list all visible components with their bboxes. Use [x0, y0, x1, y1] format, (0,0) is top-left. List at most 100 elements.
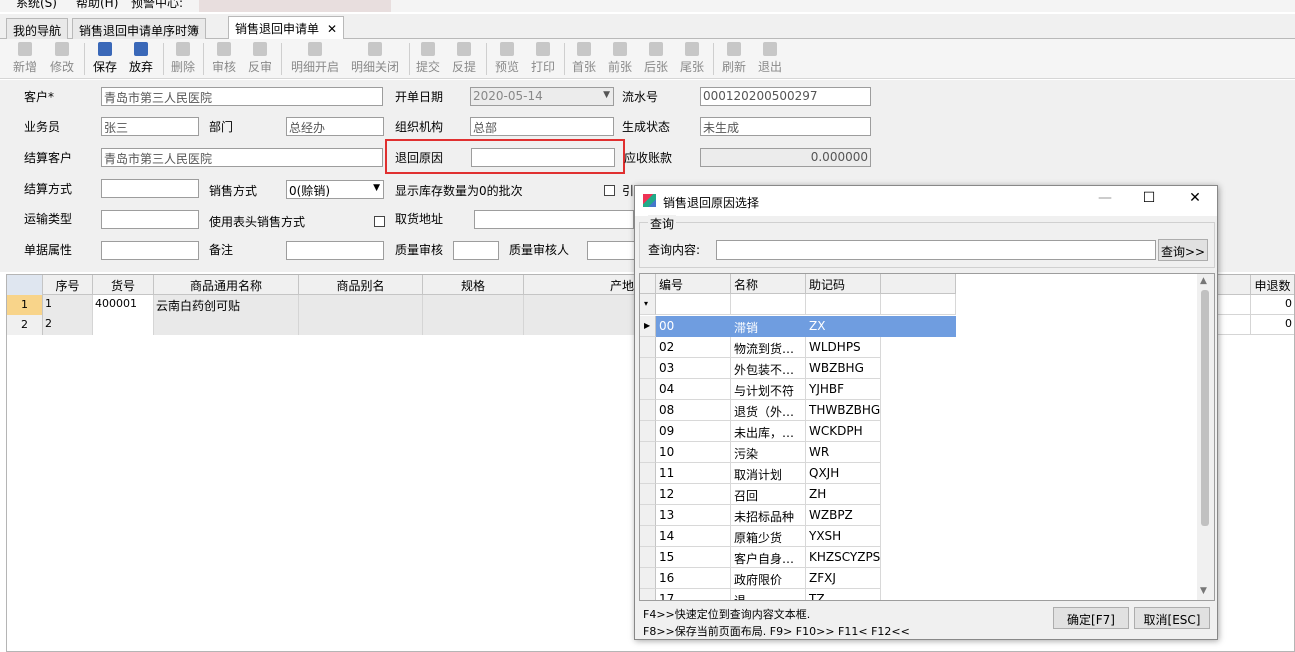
list-item[interactable]: 15 客户自身… KHZSCYZPS: [640, 547, 956, 568]
cancel-button[interactable]: 取消[ESC]: [1134, 607, 1210, 629]
col-spec[interactable]: 规格: [423, 275, 524, 295]
refresh-button[interactable]: 刷新: [717, 41, 751, 77]
list-item[interactable]: 13 未招标品种 WZBPZ: [640, 505, 956, 526]
col-mnemonic[interactable]: 助记码: [806, 274, 881, 294]
cell-empty[interactable]: [881, 400, 956, 421]
cell-id[interactable]: 14: [656, 526, 731, 547]
col-return-qty[interactable]: 申退数: [1250, 275, 1294, 295]
cell-id[interactable]: 16: [656, 568, 731, 589]
cell-name[interactable]: 客户自身…: [731, 547, 806, 568]
menu-help[interactable]: 帮助(H): [76, 0, 118, 11]
grid-corner[interactable]: [640, 274, 656, 294]
tab-return-application[interactable]: 销售退回申请单 ✕: [228, 16, 345, 40]
audit-button[interactable]: 审核: [207, 41, 241, 77]
cell-seq[interactable]: 1: [43, 295, 93, 315]
cell-return-qty[interactable]: 0: [1250, 315, 1294, 335]
filter-id[interactable]: [656, 294, 731, 315]
cell-empty[interactable]: [881, 589, 956, 600]
ok-button[interactable]: 确定[F7]: [1053, 607, 1129, 629]
cell-empty[interactable]: [881, 337, 956, 358]
save-button[interactable]: 保存: [88, 41, 122, 77]
cell-name[interactable]: 云南白药创可贴: [154, 295, 299, 315]
filter-mnemonic[interactable]: [806, 294, 881, 315]
cell-mnemonic[interactable]: KHZSCYZPS: [806, 547, 881, 568]
cell-code[interactable]: [93, 315, 154, 335]
maximize-icon[interactable]: ☐: [1134, 190, 1164, 212]
close-icon[interactable]: ✕: [327, 22, 337, 36]
discard-button[interactable]: 放弃: [124, 41, 158, 77]
cell-name[interactable]: 未出库，…: [731, 421, 806, 442]
list-item[interactable]: 17 退… TZ: [640, 589, 956, 600]
cell-empty[interactable]: [881, 379, 956, 400]
cell-name[interactable]: 退货（外…: [731, 400, 806, 421]
list-item[interactable]: 16 政府限价 ZFXJ: [640, 568, 956, 589]
query-input[interactable]: [716, 240, 1156, 260]
detail-close-button[interactable]: 明细关闭: [347, 41, 403, 77]
list-item[interactable]: 03 外包装不… WBZBHG: [640, 358, 956, 379]
cell-mnemonic[interactable]: THWBZBHG: [806, 400, 881, 421]
cell-return-qty[interactable]: 0: [1250, 295, 1294, 315]
cell-empty[interactable]: [881, 526, 956, 547]
cell-mnemonic[interactable]: YJHBF: [806, 379, 881, 400]
detail-open-button[interactable]: 明细开启: [287, 41, 343, 77]
transport-type-field[interactable]: [101, 210, 199, 229]
cell-mnemonic[interactable]: WR: [806, 442, 881, 463]
query-button[interactable]: 查询>>: [1158, 239, 1208, 261]
edit-button[interactable]: 修改: [45, 41, 79, 77]
scroll-down-icon[interactable]: ▼: [1200, 586, 1207, 596]
cell-alias[interactable]: [299, 315, 423, 335]
cell-id[interactable]: 13: [656, 505, 731, 526]
col-code[interactable]: 货号: [93, 275, 154, 295]
cell-id[interactable]: 04: [656, 379, 731, 400]
cell-mnemonic[interactable]: WZBPZ: [806, 505, 881, 526]
cell-mnemonic[interactable]: WBZBHG: [806, 358, 881, 379]
cell-mnemonic[interactable]: WLDHPS: [806, 337, 881, 358]
chevron-down-icon[interactable]: ▼: [603, 90, 610, 100]
cell-id[interactable]: 00: [656, 316, 731, 337]
cell-mnemonic[interactable]: TZ: [806, 589, 881, 600]
grid-corner[interactable]: [7, 275, 43, 295]
cell-id[interactable]: 17: [656, 589, 731, 600]
department-field[interactable]: 总经办: [286, 117, 384, 136]
next-button[interactable]: 后张: [639, 41, 673, 77]
customer-field[interactable]: 青岛市第三人民医院: [101, 87, 383, 106]
minimize-icon[interactable]: —: [1090, 190, 1120, 212]
tab-my-navigation[interactable]: 我的导航: [6, 18, 69, 39]
last-button[interactable]: 尾张: [675, 41, 709, 77]
cell-origin[interactable]: [524, 295, 634, 315]
quality-auditor-field[interactable]: [587, 241, 635, 260]
org-field[interactable]: 总部: [470, 117, 614, 136]
salesman-field[interactable]: 张三: [101, 117, 199, 136]
gen-status-field[interactable]: 未生成: [700, 117, 871, 136]
cell-name[interactable]: 物流到货…: [731, 337, 806, 358]
cell-id[interactable]: 08: [656, 400, 731, 421]
cell-name[interactable]: 未招标品种: [731, 505, 806, 526]
scroll-up-icon[interactable]: ▲: [1200, 276, 1207, 286]
exit-button[interactable]: 退出: [753, 41, 787, 77]
pickup-address-field[interactable]: [474, 210, 634, 229]
receivable-field[interactable]: 0.000000: [700, 148, 871, 167]
cell-empty[interactable]: [881, 484, 956, 505]
row-header[interactable]: 1: [7, 295, 43, 315]
cell-id[interactable]: 10: [656, 442, 731, 463]
delete-button[interactable]: 删除: [166, 41, 200, 77]
cell-empty[interactable]: [881, 463, 956, 484]
cell-empty[interactable]: [881, 316, 956, 337]
cell-empty[interactable]: [881, 547, 956, 568]
cell-name[interactable]: 污染: [731, 442, 806, 463]
cell-mnemonic[interactable]: ZH: [806, 484, 881, 505]
cell-id[interactable]: 03: [656, 358, 731, 379]
cell-name[interactable]: 政府限价: [731, 568, 806, 589]
cell-name[interactable]: 外包装不…: [731, 358, 806, 379]
cell-name[interactable]: 取消计划: [731, 463, 806, 484]
quality-audit-field[interactable]: [453, 241, 499, 260]
doc-attr-field[interactable]: [101, 241, 199, 260]
list-item[interactable]: 10 污染 WR: [640, 442, 956, 463]
use-header-method-checkbox[interactable]: [374, 216, 385, 227]
cell-id[interactable]: 09: [656, 421, 731, 442]
chevron-down-icon[interactable]: ▼: [373, 183, 380, 193]
cell-name[interactable]: [154, 315, 299, 335]
list-item[interactable]: 12 召回 ZH: [640, 484, 956, 505]
cell-id[interactable]: 11: [656, 463, 731, 484]
list-item[interactable]: 08 退货（外… THWBZBHG: [640, 400, 956, 421]
